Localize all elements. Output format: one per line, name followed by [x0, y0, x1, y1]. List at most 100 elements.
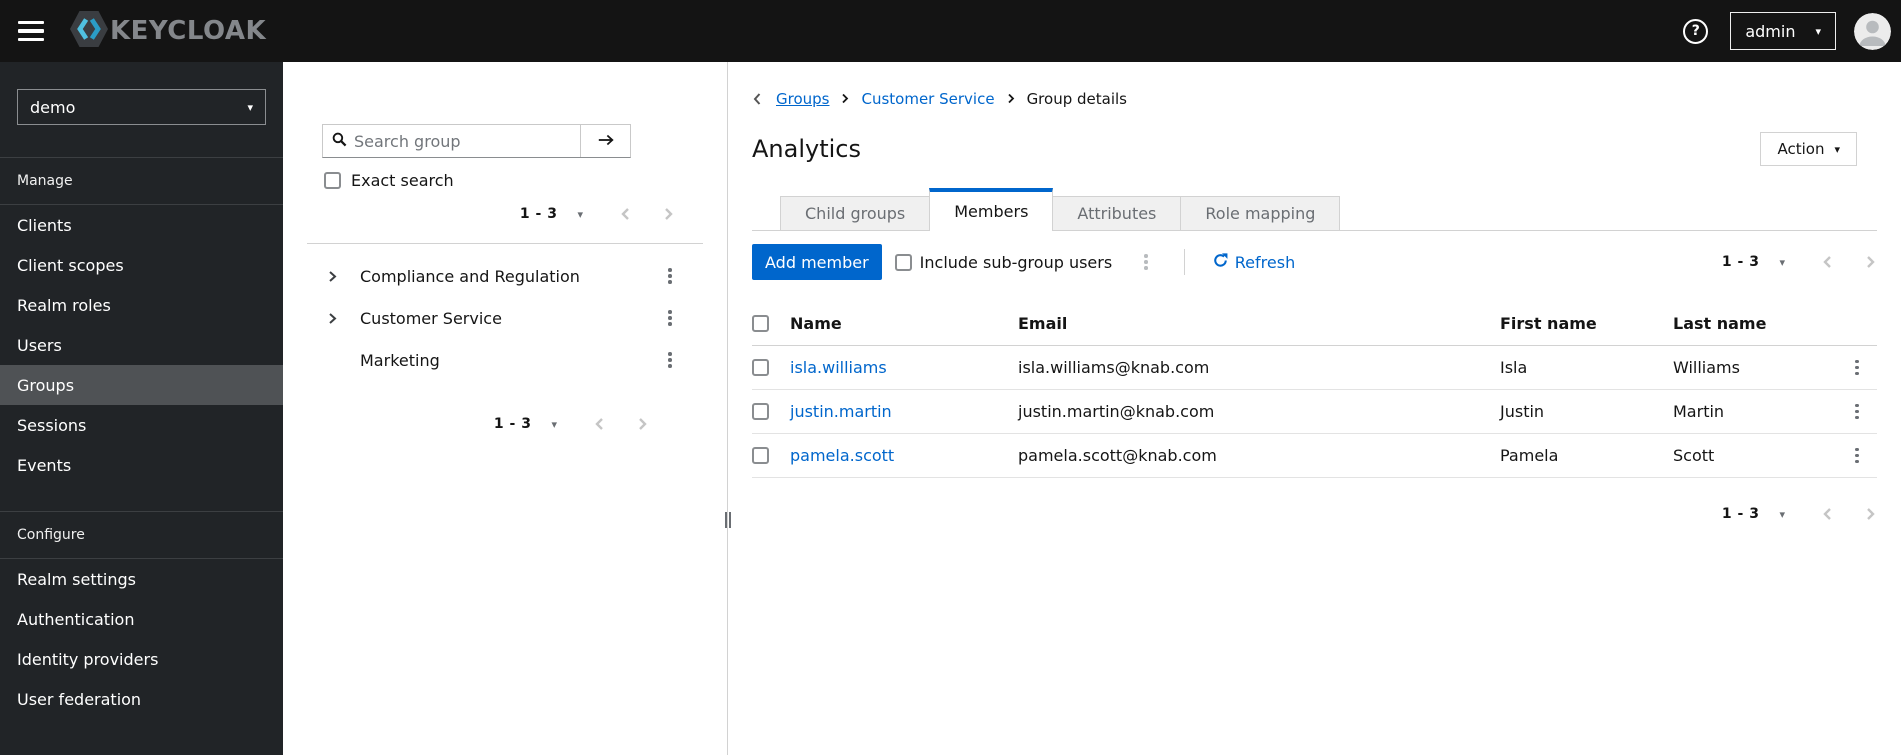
nav-section-manage-label: Manage — [17, 173, 73, 189]
table-row: justin.martin justin.martin@knab.com Jus… — [752, 390, 1877, 434]
member-email: justin.martin@knab.com — [1018, 402, 1215, 421]
pagination-prev-button[interactable] — [1821, 254, 1834, 270]
page-title: Analytics — [752, 135, 861, 163]
tabs: Child groups Members Attributes Role map… — [752, 188, 1877, 231]
sidebar-item-sessions[interactable]: Sessions — [0, 405, 283, 445]
pagination-prev-button[interactable] — [593, 416, 606, 432]
group-name[interactable]: Marketing — [360, 351, 664, 370]
table-pagination: 1 - 3 ▾ — [752, 506, 1877, 522]
sidebar-item-realm-settings[interactable]: Realm settings — [0, 559, 283, 599]
pagination-next-button[interactable] — [636, 416, 649, 432]
column-header-email: Email — [1018, 314, 1068, 333]
pagination-next-button[interactable] — [1864, 254, 1877, 270]
sidebar-item-identity-providers[interactable]: Identity providers — [0, 639, 283, 679]
pagination-options-caret[interactable]: ▾ — [1779, 257, 1785, 268]
user-menu[interactable]: admin ▾ — [1730, 12, 1836, 50]
sidebar-item-client-scopes[interactable]: Client scopes — [0, 245, 283, 285]
search-icon — [332, 132, 347, 151]
sidebar-item-authentication[interactable]: Authentication — [0, 599, 283, 639]
add-member-button[interactable]: Add member — [752, 244, 882, 280]
row-kebab-button[interactable] — [1851, 444, 1863, 468]
nav-section-configure-label: Configure — [17, 527, 85, 543]
sidebar-item-realm-roles[interactable]: Realm roles — [0, 285, 283, 325]
tree-pagination-top: 1 - 3 ▾ — [283, 206, 675, 222]
brand-text: KEYCLOAK — [110, 16, 267, 46]
member-username-link[interactable]: pamela.scott — [790, 446, 1018, 465]
include-subgroups-checkbox[interactable] — [894, 253, 912, 271]
breadcrumb-link-customer-service[interactable]: Customer Service — [861, 90, 994, 108]
toolbar-pagination: 1 - 3 ▾ — [1722, 254, 1877, 270]
row-checkbox[interactable] — [752, 447, 769, 464]
row-checkbox[interactable] — [752, 359, 769, 376]
pagination-options-caret[interactable]: ▾ — [551, 419, 557, 430]
panel-resize-handle[interactable] — [725, 512, 731, 528]
sidebar-item-events[interactable]: Events — [0, 445, 283, 485]
toolbar-kebab-icon[interactable] — [1140, 250, 1152, 274]
action-label: Action — [1777, 140, 1825, 158]
search-submit-button[interactable] — [580, 125, 630, 157]
keycloak-logo: KEYCLOAK — [70, 8, 266, 54]
exact-search-checkbox[interactable] — [324, 172, 341, 189]
pagination-prev-button[interactable] — [1821, 506, 1834, 522]
group-name[interactable]: Compliance and Regulation — [360, 267, 664, 286]
kebab-menu-button[interactable] — [664, 306, 676, 330]
row-checkbox[interactable] — [752, 403, 769, 420]
refresh-icon — [1213, 252, 1228, 272]
breadcrumb-current: Group details — [1026, 90, 1127, 108]
sidebar-item-groups[interactable]: Groups — [0, 365, 283, 405]
username: admin — [1745, 21, 1796, 41]
member-last-name: Martin — [1673, 402, 1725, 421]
tab-role-mapping[interactable]: Role mapping — [1180, 196, 1341, 230]
realm-selector[interactable]: demo ▾ — [17, 89, 266, 125]
group-tree-item: Compliance and Regulation — [283, 255, 727, 297]
breadcrumb-link-groups[interactable]: Groups — [776, 90, 829, 108]
tab-members[interactable]: Members — [929, 188, 1054, 231]
breadcrumb-back-icon[interactable] — [752, 92, 762, 106]
pagination-prev-button[interactable] — [619, 206, 632, 222]
breadcrumb: Groups Customer Service Group details — [752, 90, 1877, 108]
sidebar-item-users[interactable]: Users — [0, 325, 283, 365]
sidebar-item-clients[interactable]: Clients — [0, 205, 283, 245]
group-search-input[interactable] — [354, 131, 554, 151]
kebab-menu-button[interactable] — [664, 264, 676, 288]
member-email: pamela.scott@knab.com — [1018, 446, 1217, 465]
tab-child-groups[interactable]: Child groups — [780, 196, 931, 230]
user-avatar[interactable] — [1854, 12, 1891, 50]
pagination-range: 1 - 3 — [519, 206, 558, 222]
member-username-link[interactable]: justin.martin — [790, 402, 1018, 421]
column-header-last-name: Last name — [1673, 314, 1767, 333]
pagination-next-button[interactable] — [662, 206, 675, 222]
main-content: Groups Customer Service Group details An… — [728, 62, 1901, 755]
keycloak-logo-icon — [70, 8, 108, 54]
member-email: isla.williams@knab.com — [1018, 358, 1210, 377]
pagination-range: 1 - 3 — [493, 416, 532, 432]
hamburger-menu-icon[interactable] — [18, 21, 44, 41]
expand-chevron-icon[interactable] — [328, 312, 350, 325]
row-kebab-button[interactable] — [1851, 356, 1863, 380]
pagination-next-button[interactable] — [1864, 506, 1877, 522]
members-toolbar: Add member Include sub-group users Refre… — [752, 244, 1877, 280]
member-first-name: Isla — [1500, 358, 1528, 377]
select-all-checkbox[interactable] — [752, 315, 769, 332]
expand-chevron-icon[interactable] — [328, 270, 350, 283]
group-name[interactable]: Customer Service — [360, 309, 664, 328]
table-row: pamela.scott pamela.scott@knab.com Pamel… — [752, 434, 1877, 478]
exact-search-label: Exact search — [351, 171, 454, 190]
pagination-range: 1 - 3 — [1721, 254, 1760, 270]
caret-down-icon: ▾ — [1834, 142, 1840, 156]
tree-pagination-bottom: 1 - 3 ▾ — [283, 416, 649, 432]
pagination-options-caret[interactable]: ▾ — [577, 209, 583, 220]
pagination-options-caret[interactable]: ▾ — [1779, 509, 1785, 520]
row-kebab-button[interactable] — [1851, 400, 1863, 424]
refresh-label: Refresh — [1234, 252, 1296, 272]
action-dropdown-button[interactable]: Action ▾ — [1760, 132, 1857, 166]
kebab-menu-button[interactable] — [664, 348, 676, 372]
help-icon[interactable]: ? — [1683, 18, 1709, 44]
pagination-range: 1 - 3 — [1721, 506, 1760, 522]
table-header-row: Name Email First name Last name — [752, 302, 1877, 346]
tab-attributes[interactable]: Attributes — [1052, 196, 1182, 230]
refresh-button[interactable]: Refresh — [1213, 253, 1295, 272]
member-username-link[interactable]: isla.williams — [790, 358, 1018, 377]
breadcrumb-separator-icon — [841, 90, 849, 108]
sidebar-item-user-federation[interactable]: User federation — [0, 679, 283, 719]
